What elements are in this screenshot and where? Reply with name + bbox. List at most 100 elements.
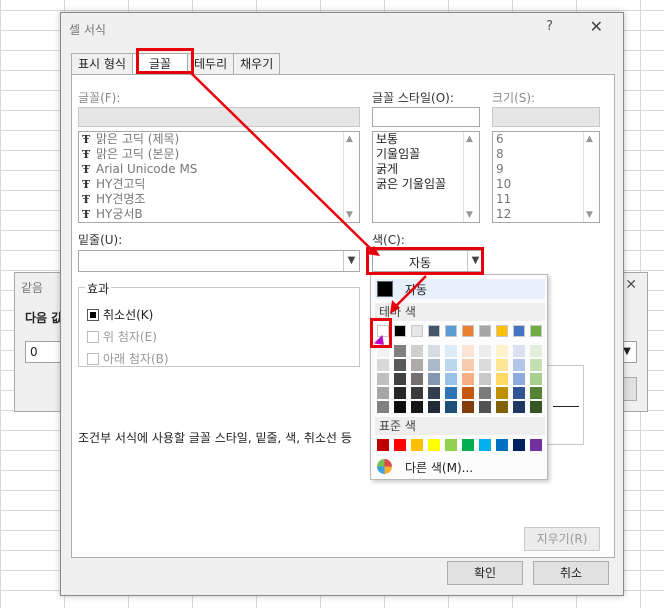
close-icon[interactable]: ✕ [590,17,603,36]
theme-shade-swatch[interactable] [496,373,508,385]
font-size-list[interactable]: 6 8 9 10 11 12 ▲ ▼ [492,131,600,223]
theme-color-swatch[interactable] [411,325,423,337]
theme-shade-swatch[interactable] [479,373,491,385]
theme-shade-swatch[interactable] [513,373,525,385]
theme-shade-swatch[interactable] [479,387,491,399]
theme-shade-swatch[interactable] [428,401,440,413]
theme-shade-swatch[interactable] [479,359,491,371]
theme-color-swatch[interactable] [462,325,474,337]
theme-shade-swatch[interactable] [496,387,508,399]
theme-shade-swatch[interactable] [513,359,525,371]
theme-shade-swatch[interactable] [411,345,423,357]
theme-shade-swatch[interactable] [445,345,457,357]
theme-shade-swatch[interactable] [462,401,474,413]
theme-shade-swatch[interactable] [530,373,542,385]
ok-button[interactable]: 확인 [447,561,523,585]
chevron-up-icon[interactable]: ▲ [466,134,473,144]
theme-shade-swatch[interactable] [428,373,440,385]
theme-shade-swatch[interactable] [377,359,389,371]
theme-color-swatch[interactable] [530,325,542,337]
font-style-scrollbar[interactable]: ▲ ▼ [463,132,479,222]
standard-color-swatch[interactable] [479,439,491,451]
chevron-up-icon[interactable]: ▲ [586,134,593,144]
underline-dropdown[interactable]: ▼ [78,250,360,272]
theme-shade-swatch[interactable] [496,401,508,413]
theme-shade-swatch[interactable] [513,345,525,357]
theme-shade-swatch[interactable] [394,401,406,413]
theme-shade-swatch[interactable] [428,345,440,357]
theme-color-swatch[interactable] [394,325,406,337]
theme-shade-swatch[interactable] [428,387,440,399]
theme-shade-swatch[interactable] [377,373,389,385]
theme-shade-swatch[interactable] [394,373,406,385]
font-style-input[interactable] [372,107,480,127]
chevron-down-icon[interactable]: ▼ [586,210,593,220]
theme-shade-swatch[interactable] [445,387,457,399]
theme-shade-swatch[interactable] [394,359,406,371]
theme-shade-swatch[interactable] [479,401,491,413]
standard-color-swatch[interactable] [513,439,525,451]
theme-shade-swatch[interactable] [462,359,474,371]
tab-fill[interactable]: 채우기 [233,53,281,75]
list-item[interactable]: Ŧ 맑은 고딕 (제목) [79,132,359,147]
theme-shade-swatch[interactable] [394,345,406,357]
theme-shade-swatch[interactable] [445,373,457,385]
theme-shade-swatch[interactable] [462,373,474,385]
font-size-scrollbar[interactable]: ▲ ▼ [583,132,599,222]
theme-shade-swatch[interactable] [411,359,423,371]
standard-color-swatch[interactable] [445,439,457,451]
font-name-input[interactable] [78,107,360,127]
standard-color-swatch[interactable] [530,439,542,451]
theme-shade-swatch[interactable] [496,345,508,357]
standard-color-swatch[interactable] [377,439,389,451]
theme-shade-swatch[interactable] [377,387,389,399]
automatic-color-row[interactable] [375,279,545,299]
list-item[interactable]: Ŧ Arial Unicode MS [79,162,359,177]
theme-color-swatch[interactable] [479,325,491,337]
list-item[interactable]: Ŧ HY견고딕 [79,177,359,192]
theme-shade-swatch[interactable] [394,387,406,399]
tab-font[interactable]: 글꼴 [131,53,188,75]
theme-shade-swatch[interactable] [479,345,491,357]
help-icon[interactable]: ? [546,19,553,34]
theme-shade-swatch[interactable] [462,345,474,357]
clear-button[interactable]: 지우기(R) [524,527,600,551]
theme-shade-swatch[interactable] [530,387,542,399]
chevron-down-icon[interactable]: ▼ [466,210,473,220]
theme-shade-swatch[interactable] [530,345,542,357]
theme-shade-swatch[interactable] [513,387,525,399]
superscript-checkbox[interactable]: 위 첨자(E) [87,328,157,345]
standard-color-swatch[interactable] [496,439,508,451]
theme-shade-swatch[interactable] [411,387,423,399]
list-item[interactable]: Ŧ 맑은 고딕 (본문) [79,147,359,162]
theme-color-swatch[interactable] [445,325,457,337]
cancel-button[interactable]: 취소 [533,561,609,585]
font-list[interactable]: Ŧ 맑은 고딕 (제목) Ŧ 맑은 고딕 (본문) Ŧ Arial Unicode M… [78,131,360,223]
tab-border[interactable]: 테두리 [186,53,235,75]
list-item[interactable]: Ŧ HY궁서B [79,207,359,222]
theme-shade-swatch[interactable] [411,401,423,413]
standard-color-swatch[interactable] [428,439,440,451]
theme-shade-swatch[interactable] [462,387,474,399]
standard-color-swatch[interactable] [411,439,423,451]
more-colors-item[interactable]: 다른 색(M)... [405,459,473,476]
strikethrough-checkbox[interactable]: 취소선(K) [87,306,153,323]
theme-shade-swatch[interactable] [530,359,542,371]
chevron-down-icon[interactable]: ▼ [346,210,353,220]
theme-color-swatch[interactable] [513,325,525,337]
font-style-list[interactable]: 보통 기울임꼴 굵게 굵은 기울임꼴 ▲ ▼ [372,131,480,223]
color-dropdown[interactable]: 자동 ▼ [372,250,484,272]
theme-shade-swatch[interactable] [428,359,440,371]
theme-color-swatch[interactable] [496,325,508,337]
theme-shade-swatch[interactable] [377,401,389,413]
theme-shade-swatch[interactable] [530,401,542,413]
subscript-checkbox[interactable]: 아래 첨자(B) [87,350,169,367]
theme-shade-swatch[interactable] [496,359,508,371]
theme-color-swatch[interactable] [428,325,440,337]
theme-shade-swatch[interactable] [445,359,457,371]
list-item[interactable]: Ŧ HY견명조 [79,192,359,207]
tab-number[interactable]: 표시 형식 [71,53,133,75]
equal-to-close-icon[interactable]: ✕ [625,277,637,293]
theme-shade-swatch[interactable] [411,373,423,385]
standard-color-swatch[interactable] [462,439,474,451]
